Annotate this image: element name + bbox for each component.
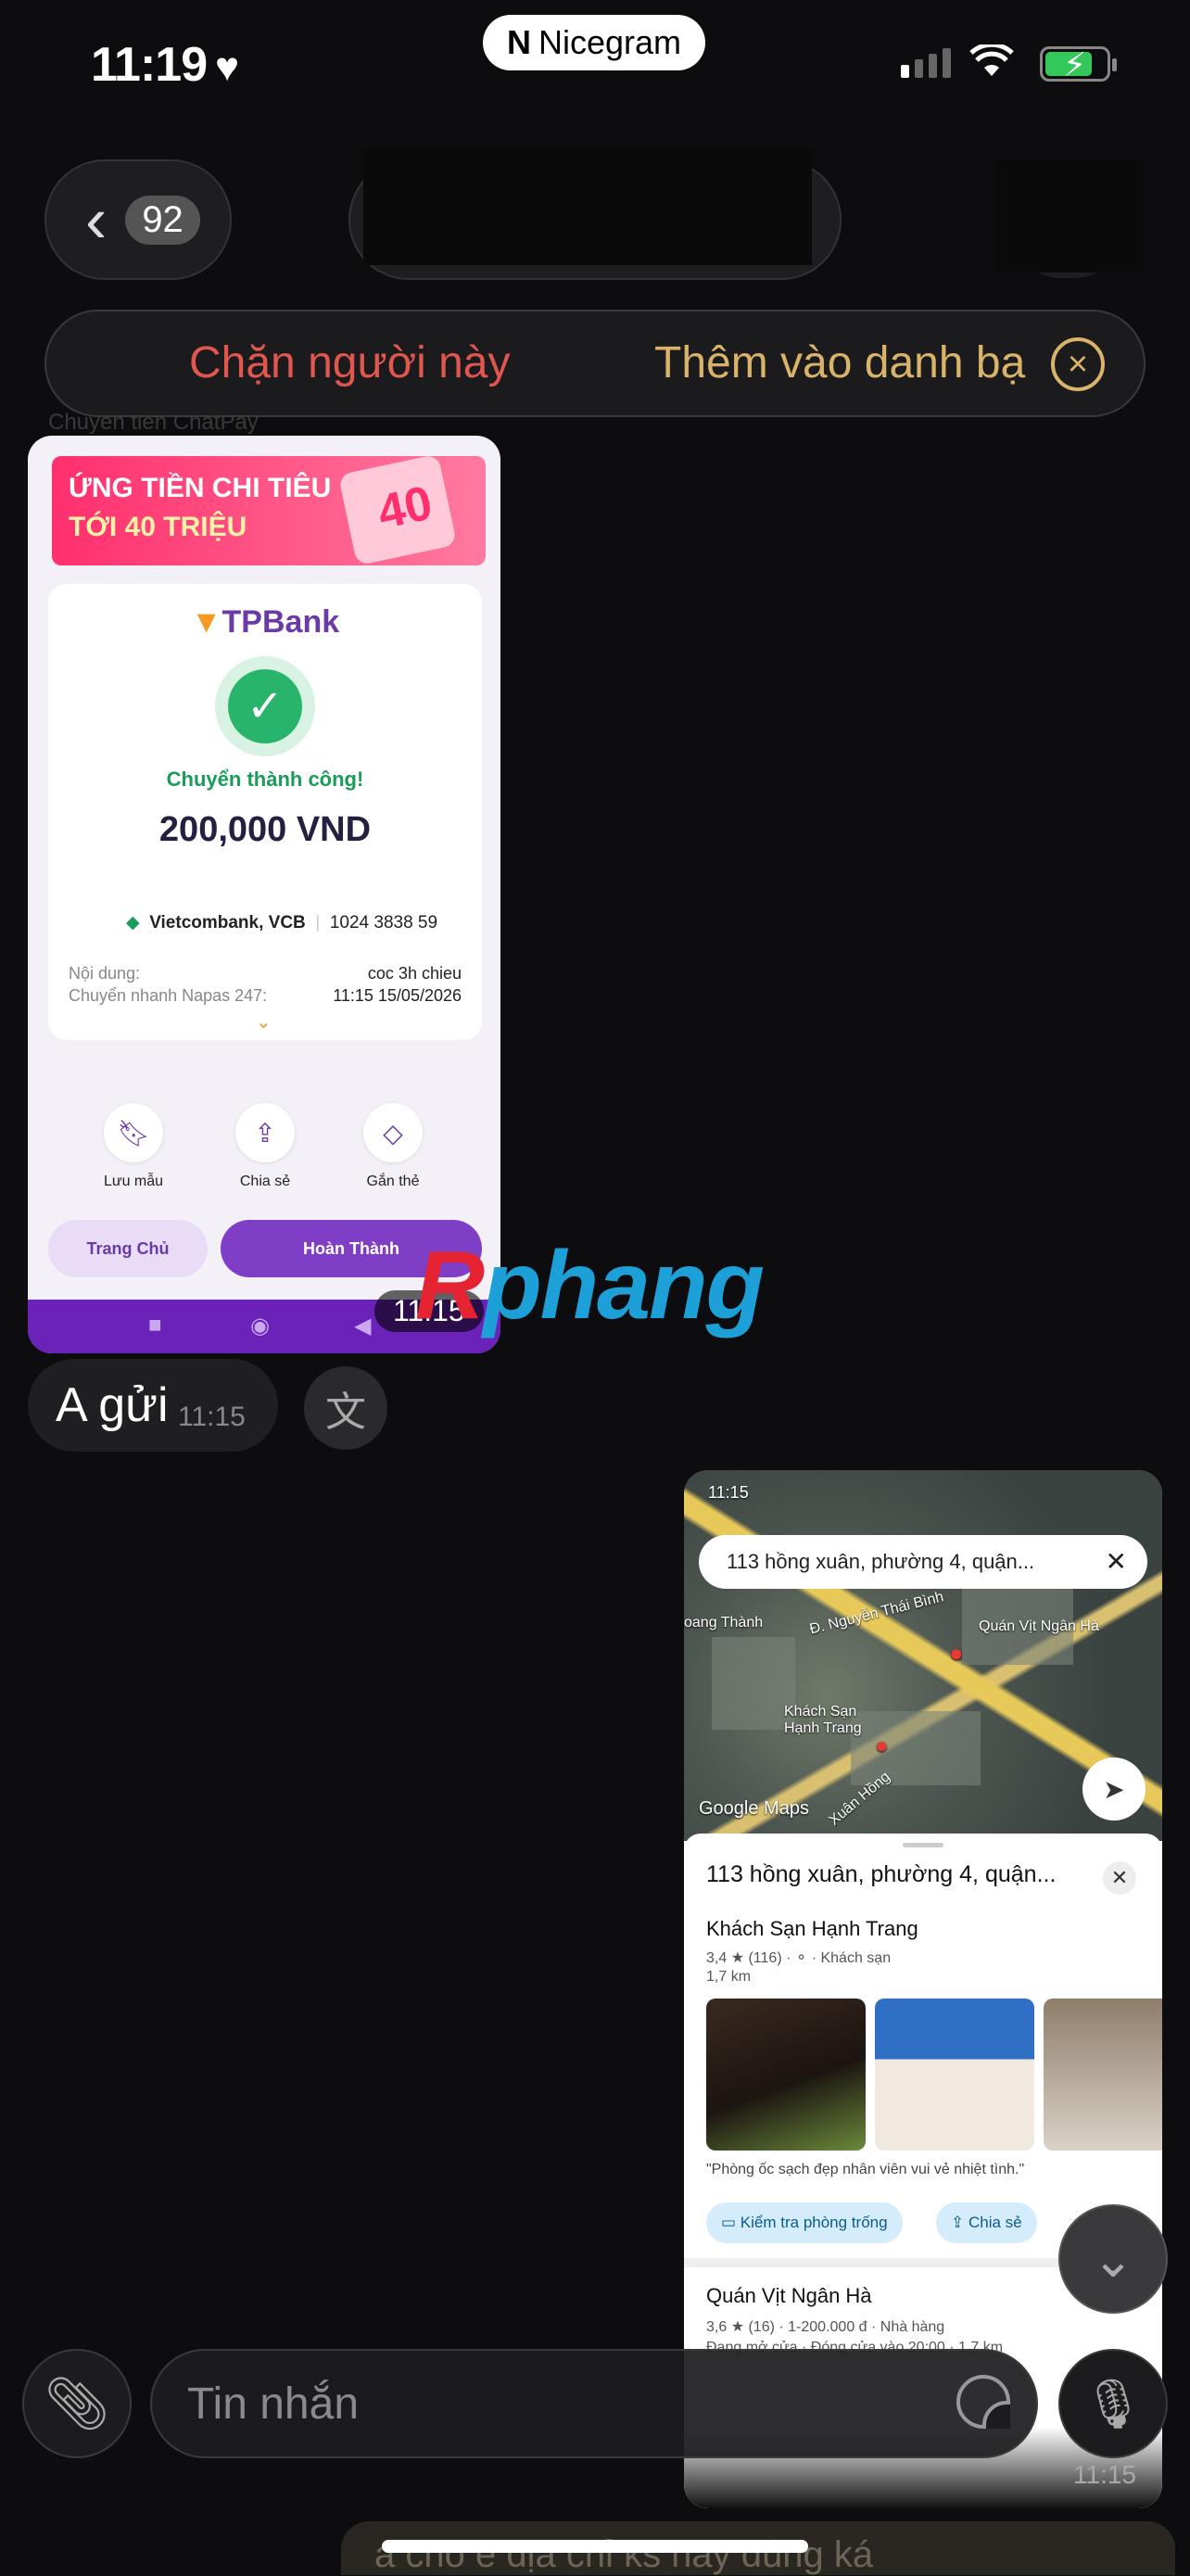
place-name: Khách Sạn Hạnh Trang [706, 1917, 918, 1940]
message-bubble[interactable]: A gửi 11:15 [28, 1359, 278, 1452]
detail-value: coc 3h chieu [367, 964, 462, 983]
map-search-text: 113 hồng xuân, phường 4, quận... [727, 1550, 1035, 1573]
beneficiary-line: ◆ Vietcombank, VCB | 1024 3838 59 [126, 913, 438, 933]
action-label: Chia sẻ [239, 1174, 291, 1189]
navigate-icon: ➤ [1082, 1758, 1146, 1821]
close-icon[interactable]: × [1051, 337, 1105, 391]
message-input-container [150, 2349, 1038, 2458]
status-time: 11:19 [91, 38, 208, 92]
save-template-action: 🔖︎ Lưu mẫu [78, 1103, 189, 1190]
bank-name: Vietcombank, VCB [149, 913, 306, 933]
chip-label: Kiểm tra phòng trống [740, 2214, 888, 2231]
map-label: oang Thành [684, 1615, 764, 1631]
detail-label: Nội dung: [69, 964, 141, 983]
block-user-button[interactable]: Chặn người này [189, 337, 510, 388]
redacted-avatar [995, 159, 1144, 273]
bed-icon: ▭ [721, 2214, 741, 2231]
chevron-down-icon: ⌄ [256, 1012, 272, 1033]
message-text: A gửi [56, 1378, 169, 1432]
watermark: Rphang [415, 1231, 765, 1341]
checkmark-icon: ✓ [228, 669, 302, 743]
message-time: 11:15 [178, 1402, 246, 1432]
translate-icon[interactable]: 文 [304, 1366, 387, 1450]
unread-count-badge: 92 [125, 195, 200, 245]
map-label: Khách Sạn Hạnh Trang [784, 1704, 862, 1736]
share-chip: ⇪ Chia sẻ [936, 2202, 1037, 2243]
promo-title: ỨNG TIỀN CHI TIÊU [69, 473, 332, 503]
app-pill: N Nicegram [483, 15, 705, 70]
detail-row: Chuyển nhanh Napas 247: 11:15 15/05/2026 [69, 986, 462, 1006]
tag-action: ◇ Gắn thẻ [337, 1103, 449, 1190]
map-view: 11:15 113 hồng xuân, phường 4, quận... ✕… [684, 1470, 1162, 1841]
place-meta: 3,4 ★ (116) · ⚬ · Khách sạn [706, 1950, 892, 1966]
check-availability-chip: ▭ Kiểm tra phòng trống [706, 2202, 903, 2243]
hotel-photo [1044, 1999, 1162, 2151]
share-icon: ⇪ [235, 1103, 295, 1162]
back-button[interactable]: ‹ 92 [44, 159, 232, 280]
detail-label: Chuyển nhanh Napas 247: [69, 986, 268, 1005]
message-input[interactable] [185, 2377, 893, 2430]
triangle-icon: ◀ [354, 1313, 372, 1339]
map-status-time: 11:15 [708, 1483, 749, 1502]
redacted-title [363, 148, 812, 265]
chevron-left-icon: ‹ [85, 184, 108, 256]
bank-logo: ▼TPBank [48, 604, 482, 641]
hotel-photo [706, 1999, 866, 2151]
map-search-bar: 113 hồng xuân, phường 4, quận... ✕ [699, 1535, 1147, 1589]
paperclip-icon: 📎︎ [44, 2374, 110, 2432]
bookmark-icon: 🔖︎ [104, 1103, 163, 1162]
success-text: Chuyển thành công! [166, 768, 364, 791]
bank-brand: TPBank [222, 604, 340, 640]
share-icon: ⇪ [951, 2214, 968, 2231]
home-button: Trang Chủ [48, 1220, 208, 1277]
heart-icon: ♥ [215, 44, 240, 90]
receipt-image-message[interactable]: ỨNG TIỀN CHI TIÊU TỚI 40 TRIỆU 40 ▼TPBan… [28, 436, 500, 1353]
amount: 200,000 VND [158, 810, 372, 849]
map-label: Quán Vịt Ngân Hà [979, 1618, 1099, 1634]
map-label: Đ. Nguyễn Thái Bình [808, 1589, 945, 1638]
detail-value: 11:15 15/05/2026 [333, 986, 462, 1005]
scroll-down-button[interactable]: ⌄ [1058, 2204, 1168, 2314]
review-text: "Phòng ốc sạch đẹp nhân viên vui vẻ nhiệ… [706, 2162, 1025, 2177]
app-pill-label: Nicegram [538, 23, 682, 61]
add-contact-button[interactable]: Thêm vào danh bạ [654, 337, 1025, 388]
signal-icon [901, 48, 951, 78]
shield-icon: ◆ [126, 913, 140, 933]
close-icon: ✕ [1105, 1547, 1127, 1576]
attach-button[interactable]: 📎︎ [22, 2349, 132, 2458]
place-name: Quán Vịt Ngân Hà [706, 2284, 872, 2307]
chip-label: Chia sẻ [968, 2214, 1022, 2231]
receipt-card: ▼TPBank ✓ Chuyển thành công! 200,000 VND… [48, 584, 482, 1040]
place-meta: 3,6 ★ (16) · 1-200.000 đ · Nhà hàng [706, 2319, 945, 2335]
map-pin-icon: ● [949, 1639, 964, 1667]
nicegram-logo-icon: N [506, 23, 531, 61]
tpbank-logo-icon: ▼ [190, 604, 222, 640]
promo-subtitle: TỚI 40 TRIỆU [69, 512, 247, 542]
circle-icon: ◉ [250, 1313, 270, 1339]
hotel-photo [875, 1999, 1034, 2151]
tag-icon: ◇ [363, 1103, 423, 1162]
microphone-icon: 🎙︎ [1082, 2377, 1144, 2431]
home-indicator [382, 2540, 808, 2553]
share-action: ⇪ Chia sẻ [209, 1103, 321, 1190]
action-label: Lưu mẫu [103, 1174, 164, 1189]
promo-number: 40 [373, 476, 437, 540]
microphone-button[interactable]: 🎙︎ [1058, 2349, 1168, 2458]
detail-row: Nội dung: coc 3h chieu [69, 964, 462, 983]
battery-icon: ⚡ [1040, 45, 1117, 83]
sticker-icon[interactable] [956, 2375, 1010, 2429]
watermark-text: phang [483, 1232, 765, 1339]
google-maps-logo: Google Maps [699, 1798, 809, 1819]
place-distance: 1,7 km [706, 1969, 752, 1985]
action-label: Gắn thẻ [366, 1174, 420, 1189]
watermark-prefix: R [415, 1232, 485, 1339]
map-pin-icon: ● [875, 1733, 889, 1758]
sheet-title: 113 hồng xuân, phường 4, quận... [706, 1861, 1057, 1887]
message-time: 11:15 [1073, 2460, 1136, 2489]
account-number: 1024 3838 59 [329, 913, 438, 933]
close-icon: ✕ [1103, 1861, 1136, 1895]
wifi-icon [969, 42, 1014, 82]
promo-banner: ỨNG TIỀN CHI TIÊU TỚI 40 TRIỆU 40 [52, 453, 486, 566]
square-icon: ■ [148, 1313, 162, 1338]
